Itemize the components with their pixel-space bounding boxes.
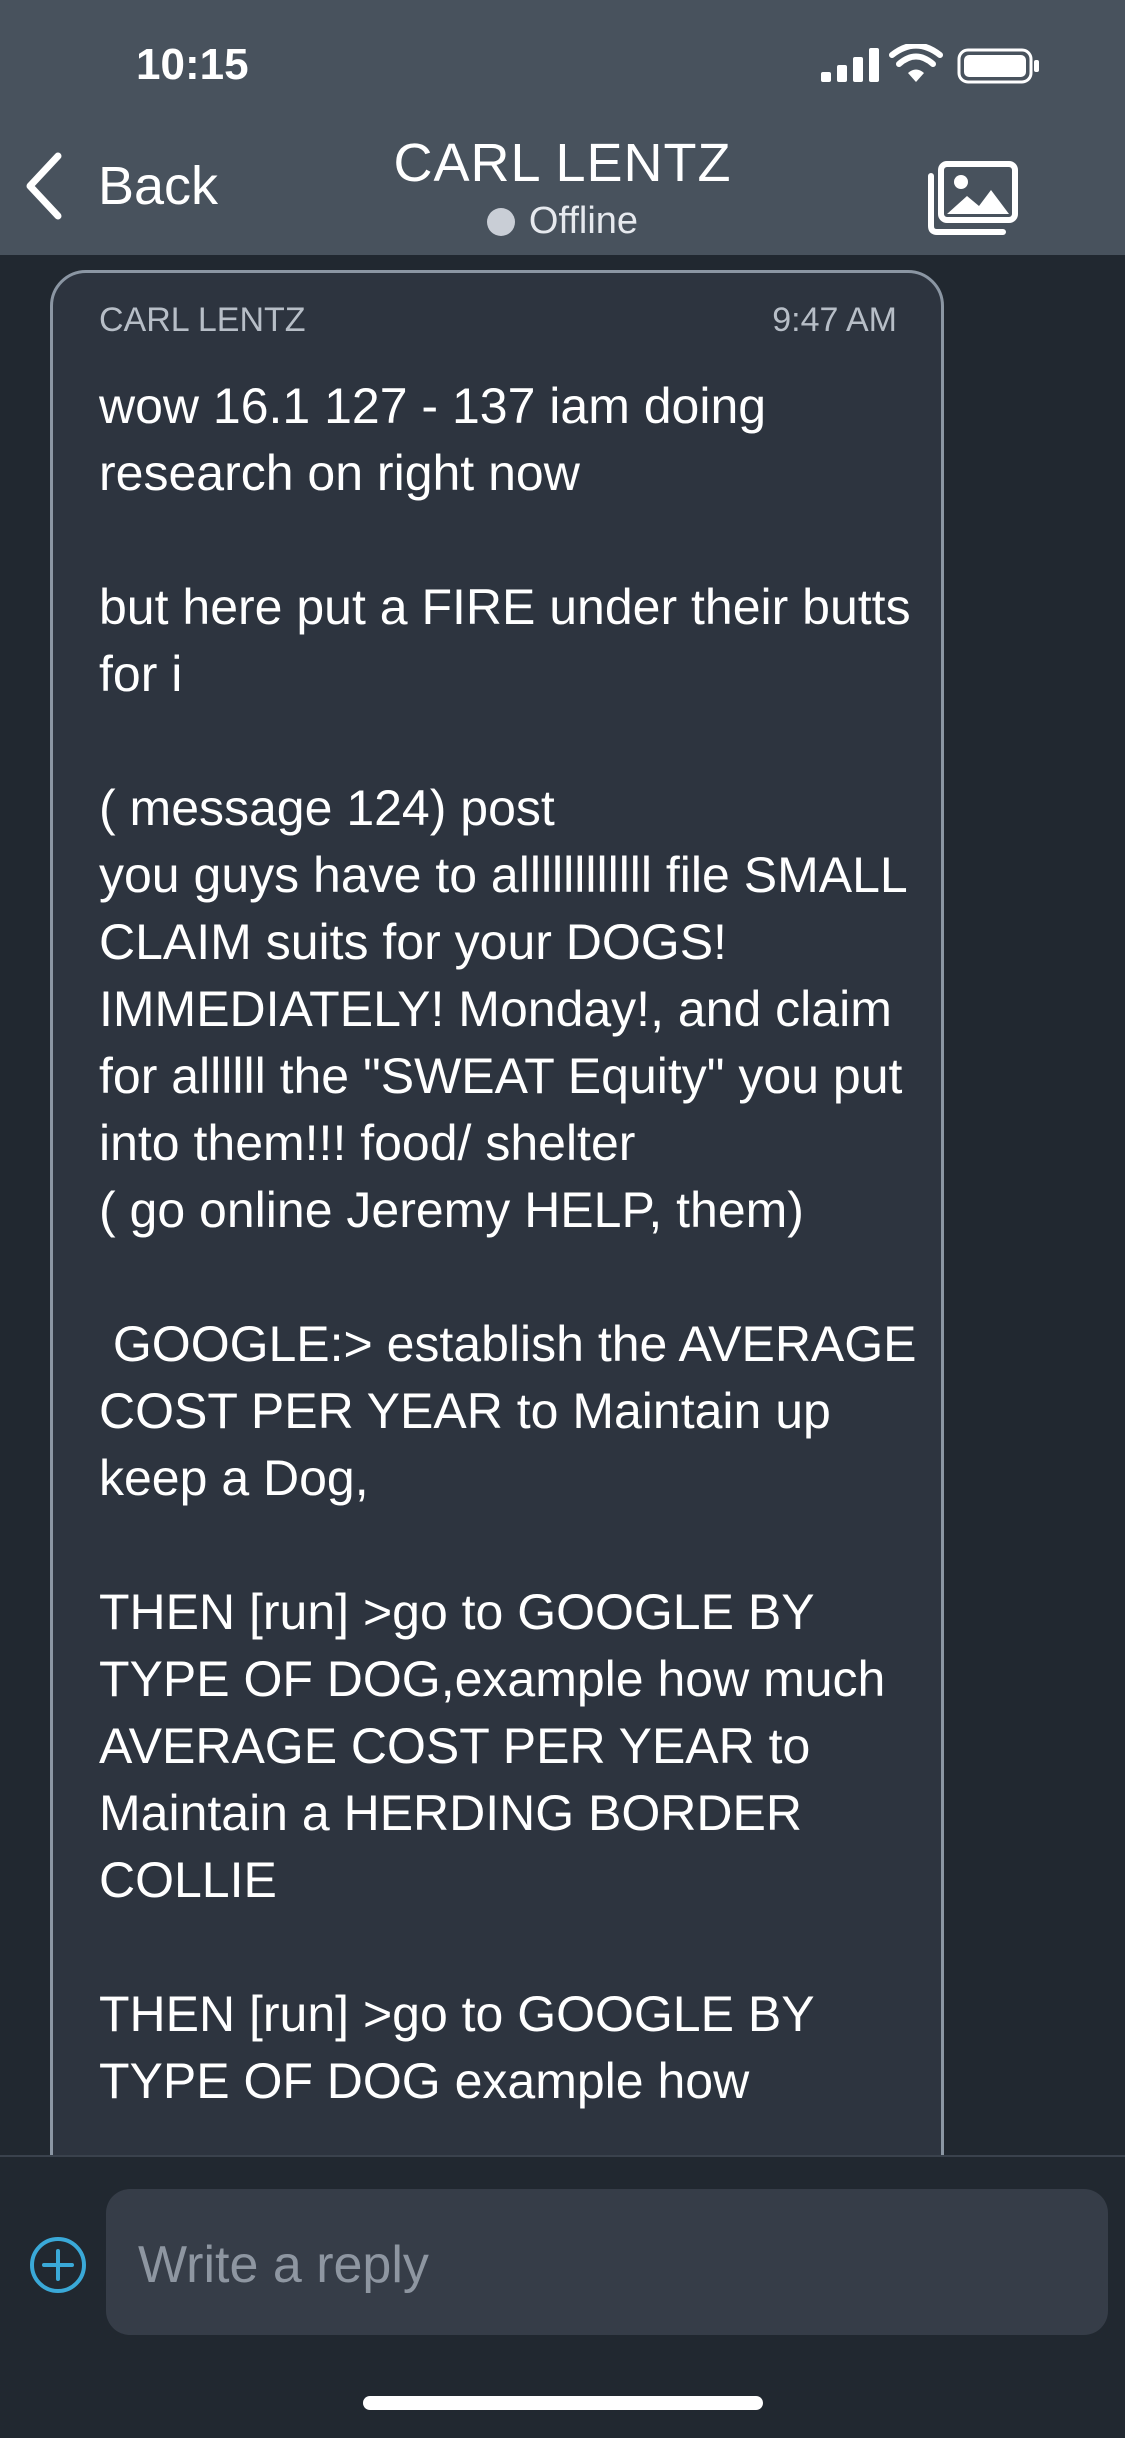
- wifi-icon: [889, 44, 943, 82]
- plus-circle-icon[interactable]: [28, 2235, 88, 2295]
- message-meta: CARL LENTZ 9:47 AM: [99, 301, 897, 341]
- status-time: 10:15: [136, 40, 249, 89]
- message-bubble: CARL LENTZ 9:47 AM wow 16.1 127 - 137 ia…: [50, 270, 944, 2155]
- message-body: wow 16.1 127 - 137 iam doing research on…: [99, 378, 917, 2109]
- reply-input[interactable]: Write a reply: [106, 2189, 1108, 2335]
- reply-placeholder: Write a reply: [138, 2236, 429, 2294]
- offline-dot-icon: [486, 207, 515, 236]
- message-list[interactable]: CARL LENTZ 9:47 AM wow 16.1 127 - 137 ia…: [0, 255, 1125, 2155]
- presence-label: Offline: [528, 200, 639, 242]
- battery-icon: [957, 48, 1039, 84]
- signal-icon: [821, 48, 879, 82]
- message-time: 9:47 AM: [772, 301, 897, 339]
- message-sender: CARL LENTZ: [99, 301, 306, 339]
- presence-status: Offline: [486, 200, 639, 243]
- top-header: 10:15 Back CARL LENTZ Offline: [0, 0, 1125, 255]
- photo-gallery-icon[interactable]: [927, 160, 1019, 236]
- home-indicator[interactable]: [363, 2396, 763, 2410]
